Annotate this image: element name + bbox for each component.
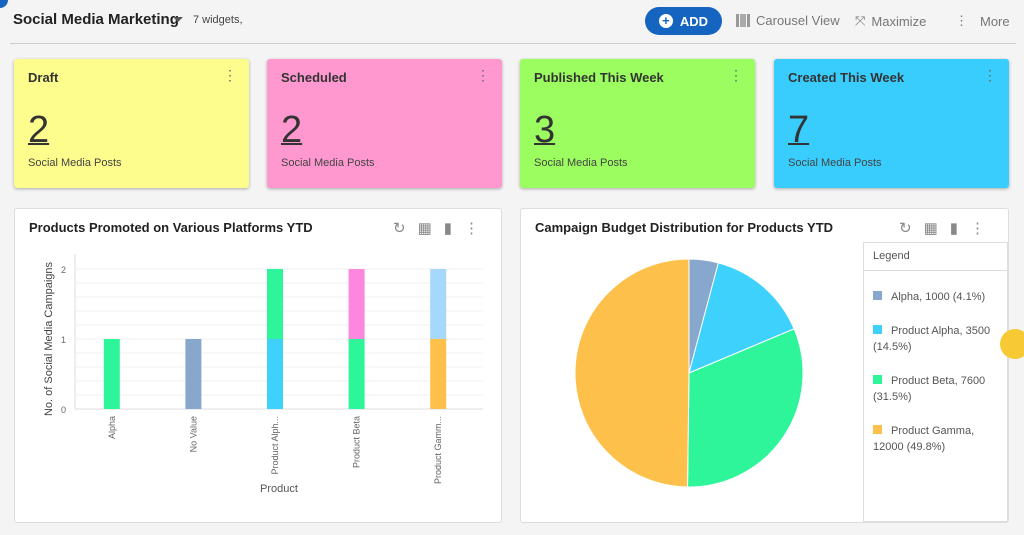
pie-slice[interactable]	[574, 258, 690, 488]
legend-item[interactable]: Product Gamma, 12000 (49.8%)	[864, 423, 1007, 455]
x-tick-label: Alpha	[107, 416, 117, 439]
x-axis-title: Product	[260, 483, 298, 495]
bar-segment[interactable]	[348, 339, 365, 409]
bar-segment[interactable]	[430, 339, 447, 409]
legend-item[interactable]: Product Alpha, 3500 (14.5%)	[864, 323, 1007, 355]
legend-swatch	[873, 325, 882, 334]
x-tick-label: No Value	[188, 416, 198, 452]
legend-title: Legend	[864, 243, 1007, 271]
pie-legend: Legend Alpha, 1000 (4.1%) Product Alpha, …	[863, 242, 1008, 522]
legend-label: Product Alpha, 3500 (14.5%)	[873, 325, 991, 353]
bar-segment[interactable]	[430, 269, 447, 339]
bar-segment[interactable]	[185, 339, 202, 409]
y-axis-title: No. of Social Media Campaigns	[43, 261, 55, 416]
legend-item[interactable]: Alpha, 1000 (4.1%)	[864, 289, 1007, 305]
legend-swatch	[873, 291, 882, 300]
y-tick-label: 0	[61, 405, 66, 415]
legend-swatch	[873, 375, 882, 384]
bar-segment[interactable]	[348, 269, 365, 339]
bar-segment[interactable]	[267, 339, 283, 409]
legend-item[interactable]: Product Beta, 7600 (31.5%)	[864, 373, 1007, 405]
bar-segment[interactable]	[103, 339, 120, 409]
legend-label: Product Gamma, 12000 (49.8%)	[873, 425, 975, 453]
y-tick-label: 2	[61, 265, 66, 275]
legend-label: Product Beta, 7600 (31.5%)	[873, 375, 986, 403]
x-tick-label: Product Gamm...	[433, 416, 443, 484]
assistant-bot-icon[interactable]	[1000, 329, 1024, 359]
x-tick-label: Product Beta	[352, 416, 362, 468]
y-tick-label: 1	[61, 335, 66, 345]
x-tick-label: Product Alph...	[270, 416, 280, 475]
legend-label: Alpha, 1000 (4.1%)	[891, 291, 986, 303]
bar-segment[interactable]	[267, 269, 283, 339]
legend-swatch	[873, 425, 882, 434]
